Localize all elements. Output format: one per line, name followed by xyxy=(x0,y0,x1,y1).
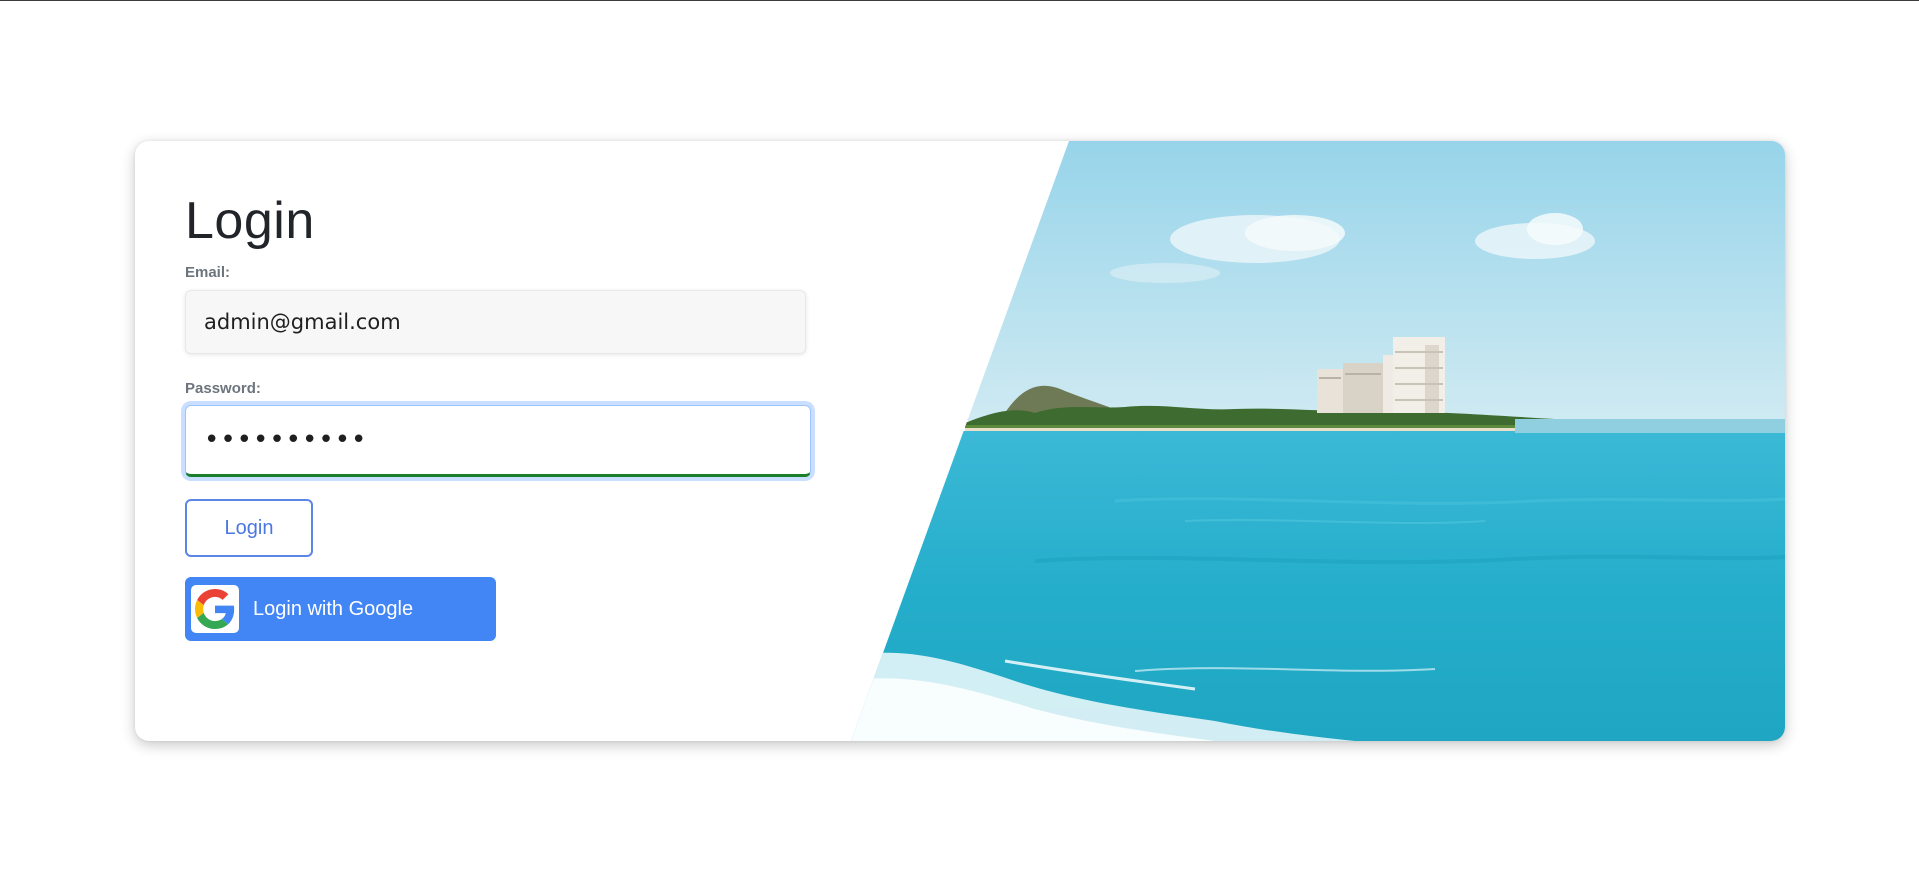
google-button-label: Login with Google xyxy=(253,597,414,620)
email-field[interactable] xyxy=(185,290,806,355)
login-button[interactable]: Login xyxy=(185,499,313,558)
login-card: Login Email: Password: Login Login with … xyxy=(135,141,1785,741)
password-label: Password: xyxy=(185,380,261,398)
login-form: Login Email: Password: Login Login with … xyxy=(185,192,825,642)
top-border xyxy=(0,0,1919,1)
google-login-button[interactable]: Login with Google xyxy=(185,577,496,642)
google-icon xyxy=(191,585,239,634)
email-label: Email: xyxy=(185,264,231,282)
password-field[interactable] xyxy=(185,405,811,478)
page-title: Login xyxy=(185,192,315,250)
